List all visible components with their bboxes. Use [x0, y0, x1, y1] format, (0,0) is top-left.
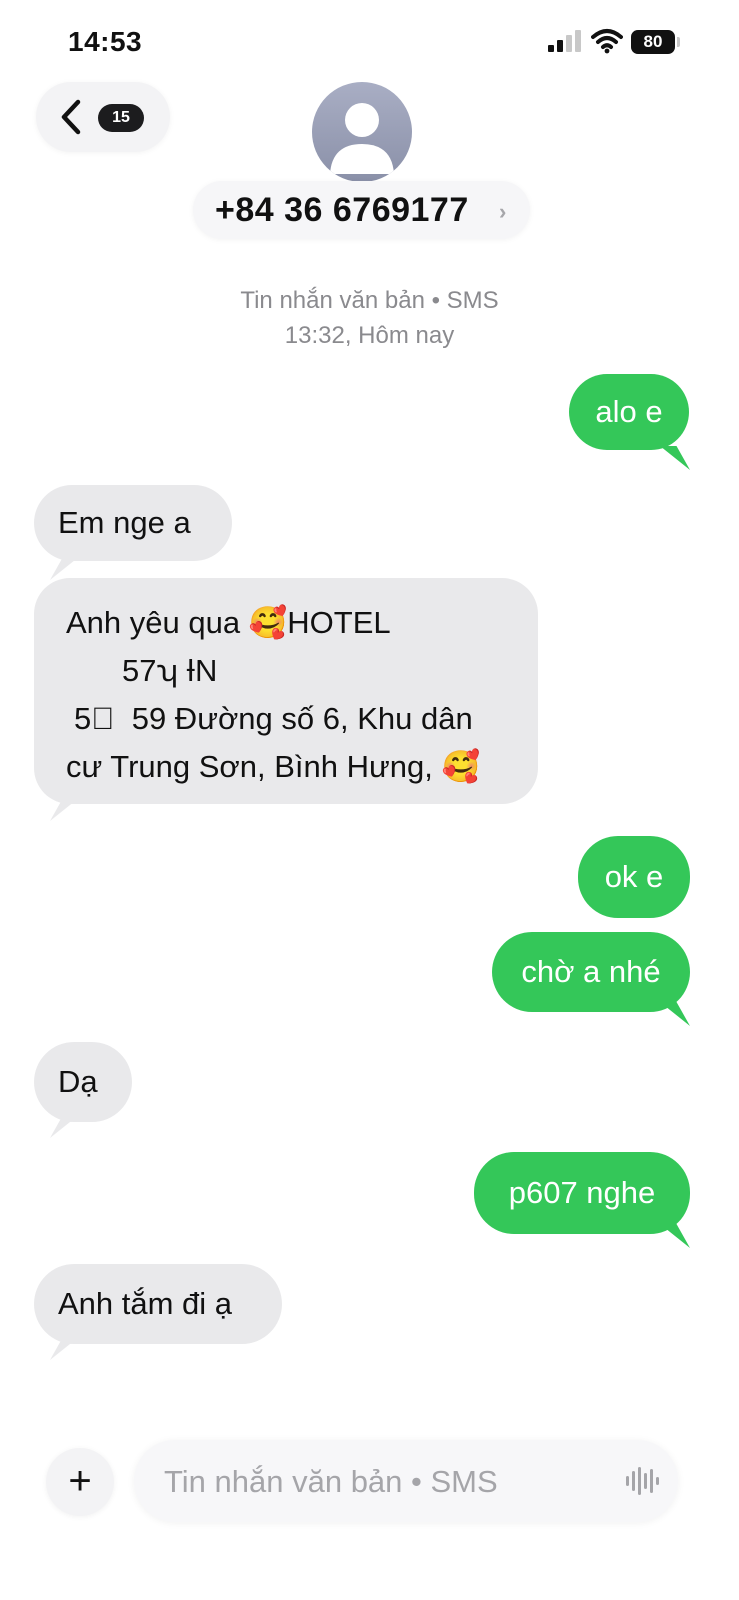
message-bubble-outgoing[interactable]: ok e: [578, 836, 690, 918]
message-line: 57ʮ ƗN: [122, 653, 218, 688]
status-bar: 14:53 80: [0, 0, 739, 80]
contact-name: +84 36 6769177: [215, 191, 469, 229]
message-composer: [134, 1440, 678, 1522]
message-bubble-incoming[interactable]: Anh yêu qua 🥰HOTEL 57ʮ ƗN 5ﾞ ⁠ 59 Đường …: [34, 578, 538, 804]
message-bubble-outgoing[interactable]: p607 nghe: [474, 1152, 690, 1234]
chevron-left-icon: [61, 99, 81, 135]
battery-indicator: 80: [631, 30, 675, 54]
wifi-icon: [591, 29, 623, 54]
message-bubble-incoming[interactable]: Dạ: [34, 1042, 132, 1122]
status-time: 14:53: [68, 26, 143, 57]
cellular-signal-icon: [548, 30, 584, 52]
back-button[interactable]: 15: [36, 82, 170, 152]
contact-details-button[interactable]: +84 36 6769177 ›: [193, 181, 530, 239]
contact-avatar[interactable]: [312, 82, 412, 182]
message-input[interactable]: [162, 1458, 606, 1506]
person-silhouette-icon: [330, 103, 394, 174]
message-line: Anh yêu qua 🥰HOTEL: [66, 605, 391, 640]
add-attachment-button[interactable]: +: [46, 1448, 114, 1516]
bubble-tail: [660, 446, 690, 470]
message-bubble-incoming[interactable]: Anh tắm đi ạ: [34, 1264, 282, 1344]
message-bubble-incoming[interactable]: Em nge a: [34, 485, 232, 561]
chevron-right-icon: ›: [499, 199, 507, 224]
message-bubble-outgoing[interactable]: chờ a nhé: [492, 932, 690, 1012]
message-line: 5ﾞ ⁠ 59 Đường số 6, Khu dân: [74, 701, 473, 736]
thread-type-label: Tin nhắn văn bản • SMS: [240, 287, 499, 314]
message-line: cư Trung Sơn, Bình Hưng, 🥰: [66, 749, 481, 784]
unread-count-badge: 15: [98, 104, 144, 132]
message-bubble-outgoing[interactable]: alo e: [569, 374, 689, 450]
thread-timestamp: 13:32, Hôm nay: [284, 322, 455, 349]
battery-cap: [677, 37, 680, 47]
plus-icon: +: [68, 1459, 92, 1503]
waveform-icon[interactable]: [626, 1467, 660, 1495]
